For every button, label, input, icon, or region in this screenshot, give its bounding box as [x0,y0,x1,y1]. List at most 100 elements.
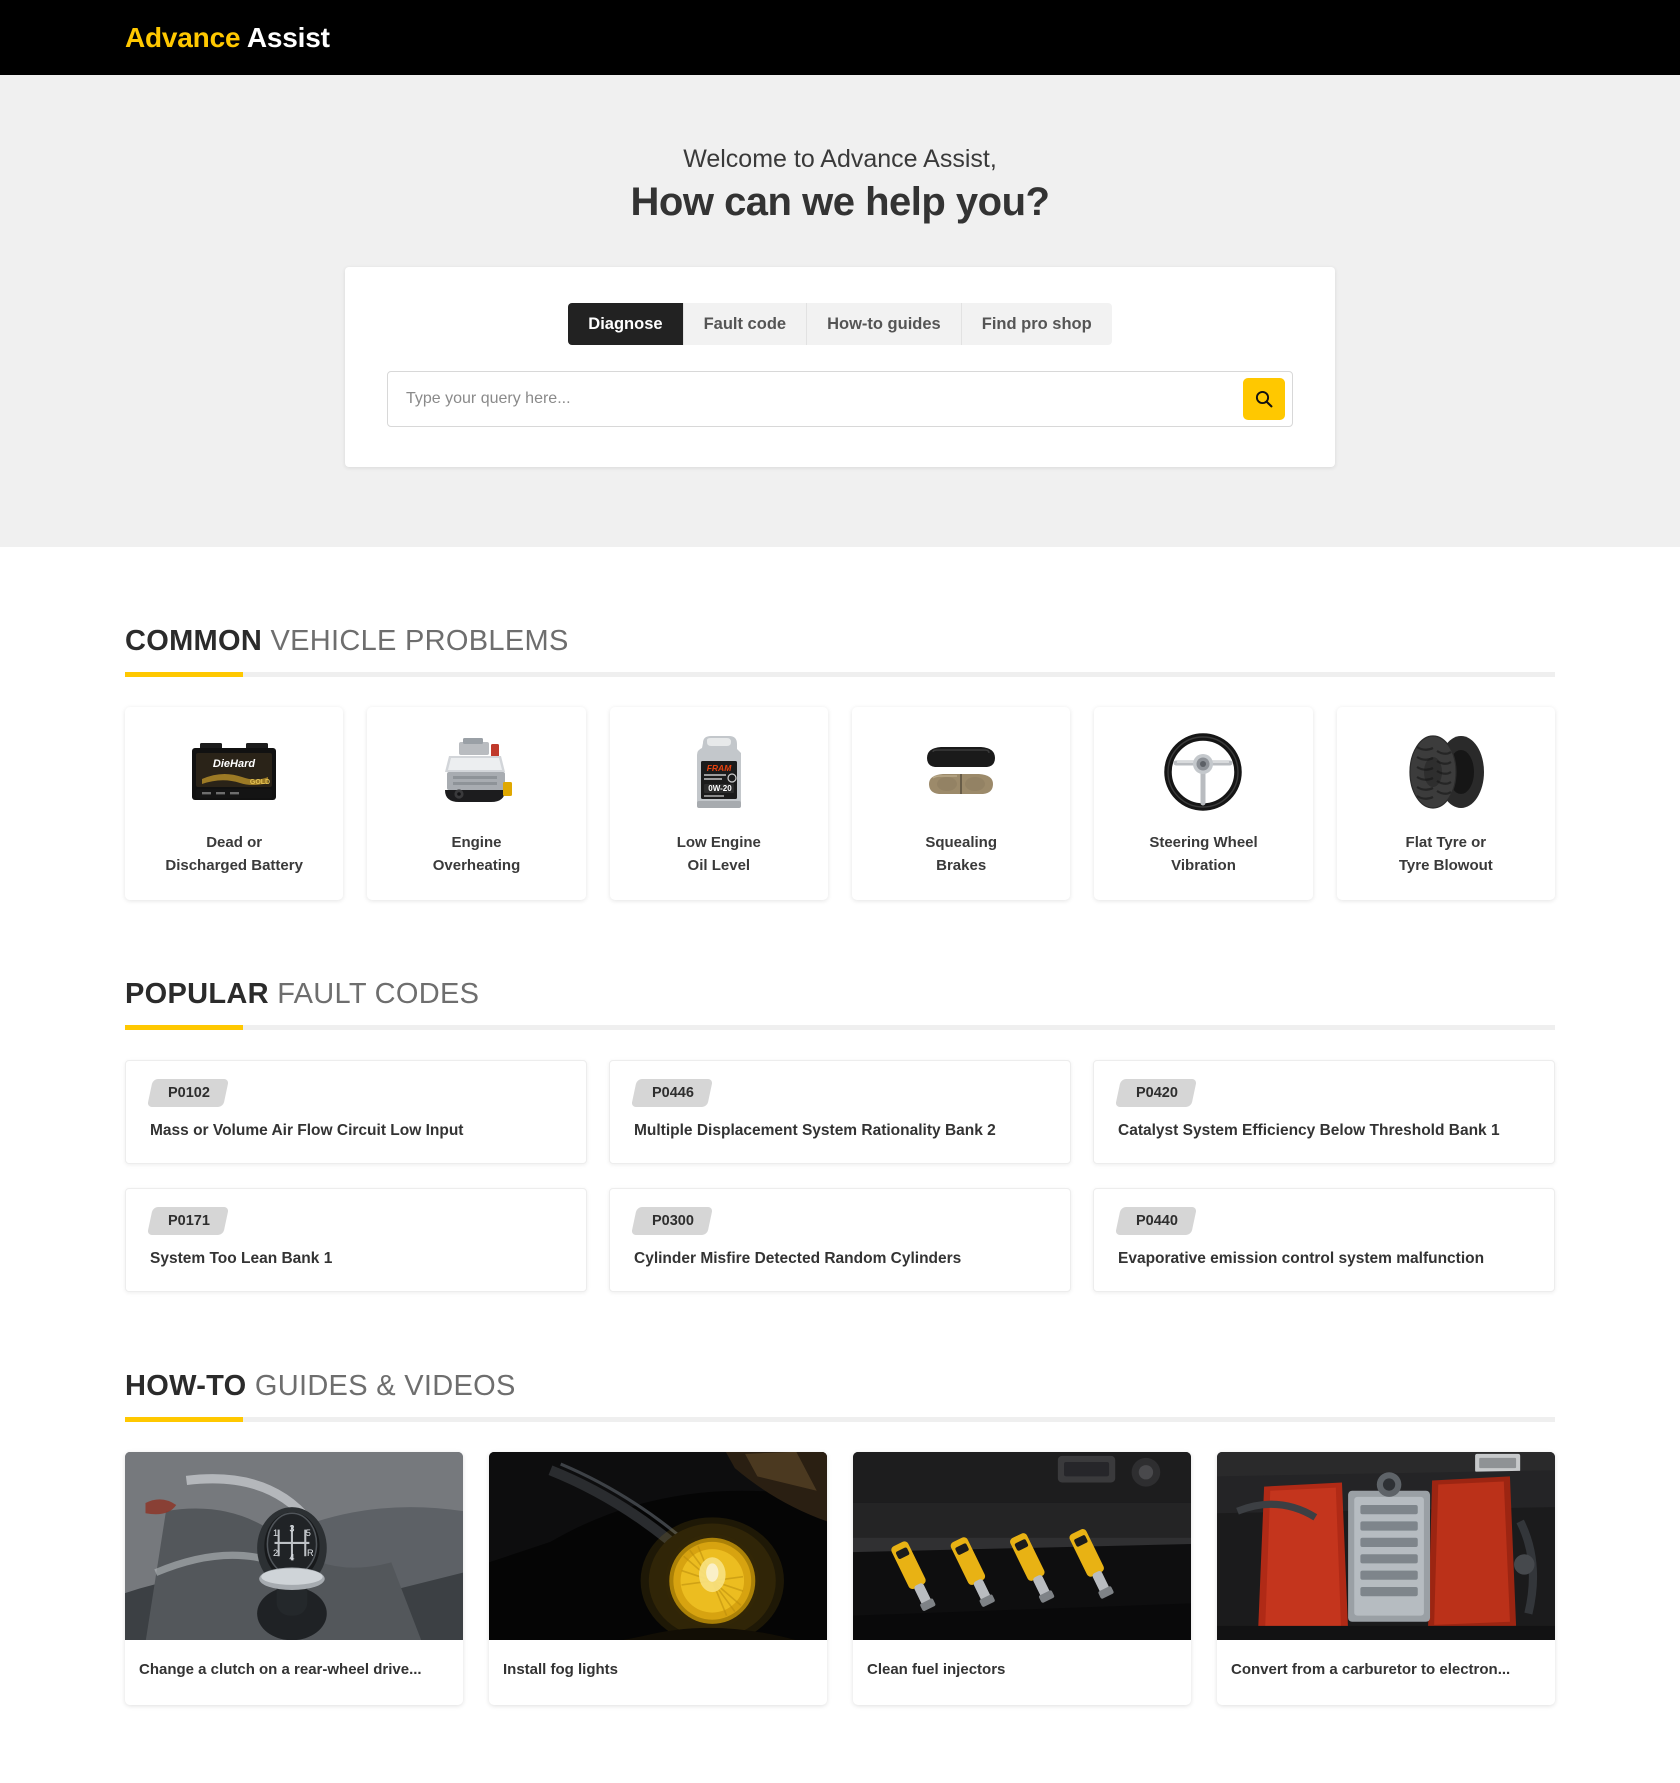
problem-label-line1: Steering Wheel [1149,834,1258,852]
problem-label: Dead or Discharged Battery [165,831,303,878]
hero-section: Welcome to Advance Assist, How can we he… [0,75,1680,548]
problem-card-battery[interactable]: DieHard GOLD Dead or Discharged Battery [125,707,344,900]
code-value: P0446 [652,1084,694,1101]
svg-text:3: 3 [289,1524,294,1534]
brand-name-secondary: Assist [246,21,330,53]
fault-codes-heading: POPULAR FAULT CODES [125,978,1555,1011]
fault-code-card[interactable]: P0102 Mass or Volume Air Flow Circuit Lo… [125,1059,587,1164]
common-problems-heading: COMMON VEHICLE PROBLEMS [125,625,1555,658]
tab-find-pro-shop[interactable]: Find pro shop [961,303,1112,346]
welcome-text: Welcome to Advance Assist, [683,145,997,173]
guide-card[interactable]: 1 3 5 2 4 R Change a clutch on a rear-wh… [125,1451,463,1706]
problem-label-line2: Discharged Battery [165,857,303,875]
heading-rule [125,672,1555,678]
problem-card-engine-overheating[interactable]: Engine Overheating [367,707,586,900]
svg-text:2: 2 [273,1548,278,1558]
problem-label-line2: Vibration [1171,857,1236,875]
code-value: P0420 [1136,1084,1178,1101]
problem-card-flat-tyre[interactable]: Flat Tyre or Tyre Blowout [1336,707,1555,900]
code-description: Catalyst System Efficiency Below Thresho… [1118,1121,1500,1139]
problem-label: Low Engine Oil Level [677,831,761,878]
code-badge-wrap: P0440 [1115,1206,1530,1235]
problem-label-line1: Flat Tyre or [1405,834,1487,852]
code-value: P0440 [1136,1212,1178,1229]
fault-code-card[interactable]: P0171 System Too Lean Bank 1 [125,1187,587,1292]
problem-label: Squealing Brakes [925,831,997,878]
guides-section: HOW-TO GUIDES & VIDEOS 1 3 5 2 4 R Chang… [125,1370,1555,1706]
tab-how-to-guides[interactable]: How-to guides [807,303,962,346]
status-badge: P0440 [1115,1206,1197,1235]
status-badge: P0420 [1115,1078,1197,1107]
brand-name-primary: Advance [125,21,241,53]
status-badge: P0446 [631,1078,713,1107]
brand-logo[interactable]: Advance Assist [125,22,330,54]
problem-label-line2: Brakes [936,857,987,875]
search-input[interactable] [388,390,1243,409]
fault-code-card[interactable]: P0300 Cylinder Misfire Detected Random C… [609,1187,1071,1292]
svg-text:FRAM: FRAM [707,763,732,773]
code-badge-wrap: P0446 [631,1078,1046,1107]
app-header: Advance Assist [0,0,1680,75]
problem-label-line2: Overheating [432,857,521,875]
svg-text:R: R [307,1548,314,1558]
guide-caption: Change a clutch on a rear-wheel drive... [139,1660,422,1678]
heading-light: VEHICLE PROBLEMS [262,625,569,658]
tab-fault-code[interactable]: Fault code [683,303,808,346]
search-submit-button[interactable] [1243,378,1285,421]
svg-text:0W-20: 0W-20 [708,784,732,793]
guide-caption: Clean fuel injectors [867,1660,1006,1678]
svg-text:GOLD: GOLD [250,779,270,786]
problem-card-steering-vibration[interactable]: Steering Wheel Vibration [1094,707,1313,900]
guide-card[interactable]: Install fog lights [489,1451,827,1706]
svg-text:5: 5 [306,1528,311,1538]
code-description: Mass or Volume Air Flow Circuit Low Inpu… [150,1121,464,1139]
gear-shifter-thumbnail: 1 3 5 2 4 R [125,1451,463,1640]
problem-label: Steering Wheel Vibration [1149,831,1257,878]
guide-card[interactable]: Clean fuel injectors [853,1451,1191,1706]
fault-code-card[interactable]: P0420 Catalyst System Efficiency Below T… [1093,1059,1555,1164]
fault-code-card[interactable]: P0440 Evaporative emission control syste… [1093,1187,1555,1292]
heading-strong: COMMON [125,625,263,658]
status-badge: P0300 [631,1206,713,1235]
problem-label-line2: Oil Level [687,857,751,875]
problem-label-line1: Squealing [925,834,997,852]
common-problems-section: COMMON VEHICLE PROBLEMS DieHard GOLD Dea… [125,625,1555,900]
code-value: P0102 [168,1084,210,1101]
code-description: Evaporative emission control system malf… [1118,1249,1485,1267]
problem-label: Flat Tyre or Tyre Blowout [1399,831,1493,878]
tyre-icon [1403,733,1489,811]
steering-wheel-icon [1164,733,1243,811]
heading-strong: HOW-TO [125,1369,247,1402]
motor-oil-jug-icon: FRAM 0W-20 [689,733,749,811]
tab-diagnose[interactable]: Diagnose [568,303,684,346]
svg-text:DieHard: DieHard [213,758,255,770]
problem-label-line1: Engine [451,834,502,852]
heading-strong: POPULAR [125,977,269,1010]
code-description: Cylinder Misfire Detected Random Cylinde… [634,1249,962,1267]
fuel-injectors-thumbnail [853,1451,1191,1640]
brake-pads-icon [917,733,1005,811]
guides-heading: HOW-TO GUIDES & VIDEOS [125,1370,1555,1403]
problem-label-line1: Low Engine [676,834,761,852]
problem-card-squealing-brakes[interactable]: Squealing Brakes [851,707,1071,900]
fault-codes-section: POPULAR FAULT CODES P0102 Mass or Volume… [125,978,1555,1292]
heading-light: GUIDES & VIDEOS [246,1369,516,1402]
car-battery-icon: DieHard GOLD [188,733,280,811]
heading-rule [125,1024,1555,1030]
code-description: Multiple Displacement System Rationality… [634,1121,996,1139]
problem-card-low-oil[interactable]: FRAM 0W-20 Low Engine Oil Level [609,707,828,900]
problem-label-line2: Tyre Blowout [1398,857,1493,875]
fault-code-card[interactable]: P0446 Multiple Displacement System Ratio… [609,1059,1071,1164]
code-badge-wrap: P0171 [147,1206,562,1235]
problem-card-grid: DieHard GOLD Dead or Discharged Battery [125,707,1555,900]
guide-card[interactable]: Convert from a carburetor to electron... [1217,1451,1555,1706]
svg-text:1: 1 [273,1528,278,1538]
fault-code-grid: P0102 Mass or Volume Air Flow Circuit Lo… [125,1059,1555,1292]
code-value: P0171 [168,1212,210,1229]
search-mode-tabs: Diagnose Fault code How-to guides Find p… [387,303,1293,346]
status-badge: P0171 [147,1206,229,1235]
engine-bay-thumbnail [1217,1451,1555,1640]
problem-label-line1: Dead or [206,834,263,852]
page-title: How can we help you? [630,180,1050,224]
svg-text:4: 4 [289,1552,294,1562]
